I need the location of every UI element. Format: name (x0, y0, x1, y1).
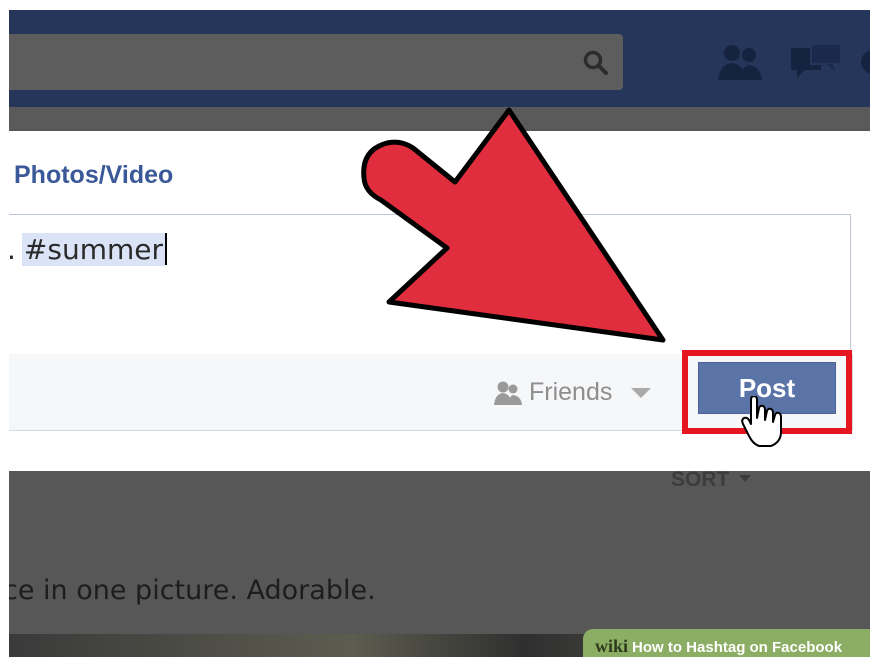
wikihow-brand: wiki (595, 636, 629, 656)
pointer-arrow (361, 107, 666, 343)
hand-cursor-icon (741, 396, 782, 447)
wikihow-title: How to Hashtag on Facebook (632, 639, 843, 656)
screenshot-frame: Photos/Video .#summer Friends Post (9, 10, 870, 657)
wikihow-watermark: wiki How to Hashtag on Facebook (583, 629, 870, 657)
